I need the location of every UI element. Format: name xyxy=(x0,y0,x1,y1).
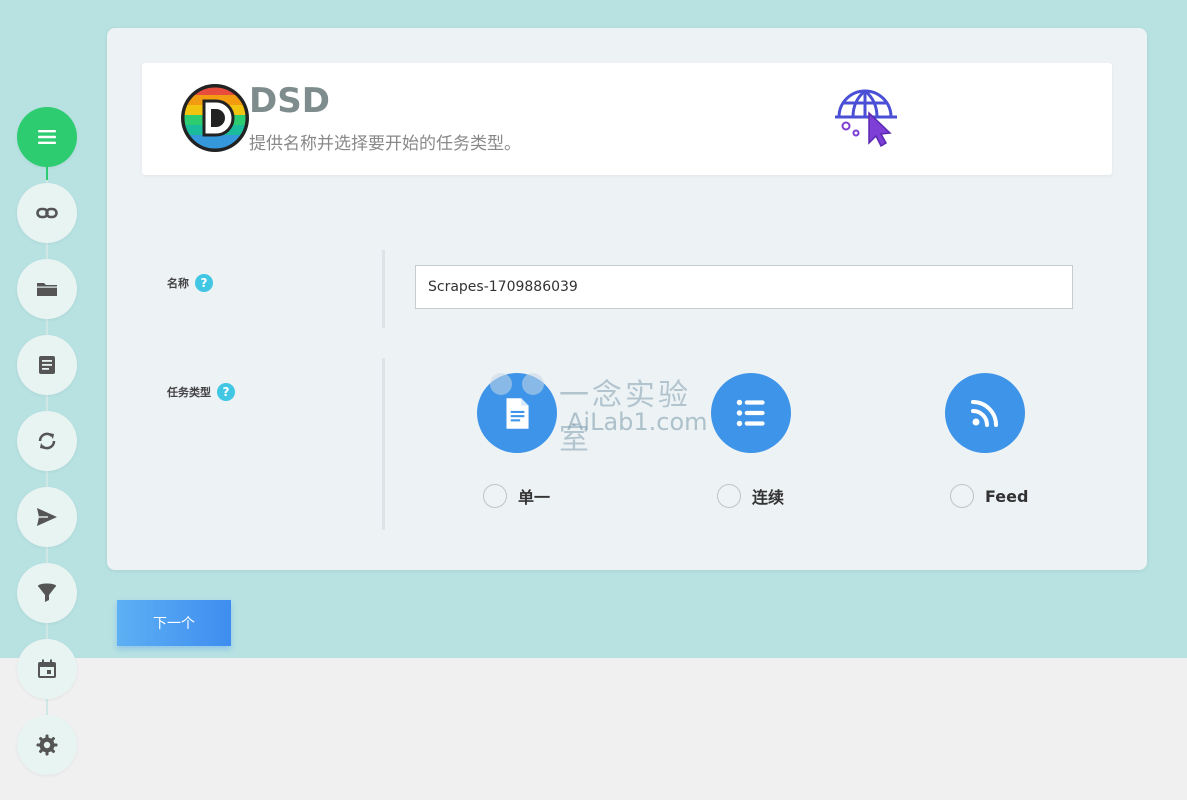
rss-icon xyxy=(971,400,998,427)
step-document[interactable] xyxy=(17,335,77,395)
type-divider xyxy=(382,358,385,530)
send-icon xyxy=(37,508,57,526)
name-label-row: 名称 ? xyxy=(167,274,213,292)
step-settings[interactable] xyxy=(17,715,77,775)
step-folder[interactable] xyxy=(17,259,77,319)
web-scrape-icon xyxy=(835,89,897,148)
document-icon xyxy=(39,356,55,374)
type-option-continuous[interactable] xyxy=(711,373,791,453)
name-label: 名称 xyxy=(167,277,189,290)
radio-single-wrap[interactable]: 单一 xyxy=(483,484,550,508)
app-header: DSD 提供名称并选择要开始的任务类型。 xyxy=(142,63,1112,175)
type-circle-continuous[interactable] xyxy=(711,373,791,453)
single-page-icon xyxy=(506,398,529,429)
menu-icon xyxy=(38,130,56,144)
step-link[interactable] xyxy=(17,183,77,243)
task-name-input[interactable] xyxy=(415,265,1073,309)
refresh-icon xyxy=(38,432,56,450)
radio-single-label[interactable]: 单一 xyxy=(518,484,550,508)
type-option-single[interactable] xyxy=(477,373,557,453)
type-circle-single[interactable] xyxy=(477,373,557,453)
folder-icon xyxy=(37,283,57,296)
step-send[interactable] xyxy=(17,487,77,547)
type-help-icon[interactable]: ? xyxy=(217,383,235,401)
type-label-row: 任务类型 ? xyxy=(167,383,235,401)
brand-name: DSD xyxy=(249,81,330,121)
list-icon xyxy=(736,399,765,427)
next-button[interactable]: 下一个 xyxy=(117,600,231,646)
page-subtitle: 提供名称并选择要开始的任务类型。 xyxy=(249,134,521,154)
radio-feed[interactable] xyxy=(950,484,974,508)
name-help-icon[interactable]: ? xyxy=(195,274,213,292)
dsd-logo xyxy=(181,84,249,152)
step-refresh[interactable] xyxy=(17,411,77,471)
task-setup-card: DSD 提供名称并选择要开始的任务类型。 名称 ? 任务类型 ? xyxy=(107,28,1147,570)
name-divider xyxy=(382,250,385,328)
task-type-label: 任务类型 xyxy=(167,386,211,399)
calendar-icon xyxy=(38,659,56,678)
radio-continuous-label[interactable]: 连续 xyxy=(752,484,784,508)
step-filter[interactable] xyxy=(17,563,77,623)
settings-icon xyxy=(36,734,58,756)
link-icon xyxy=(36,207,58,219)
type-circle-feed[interactable] xyxy=(945,373,1025,453)
radio-feed-wrap[interactable]: Feed xyxy=(950,484,1028,508)
step-calendar[interactable] xyxy=(17,639,77,699)
radio-continuous[interactable] xyxy=(717,484,741,508)
radio-feed-label[interactable]: Feed xyxy=(985,487,1028,506)
step-menu[interactable] xyxy=(17,107,77,167)
type-option-feed[interactable] xyxy=(945,373,1025,453)
radio-continuous-wrap[interactable]: 连续 xyxy=(717,484,784,508)
filter-icon xyxy=(38,583,56,602)
radio-single[interactable] xyxy=(483,484,507,508)
